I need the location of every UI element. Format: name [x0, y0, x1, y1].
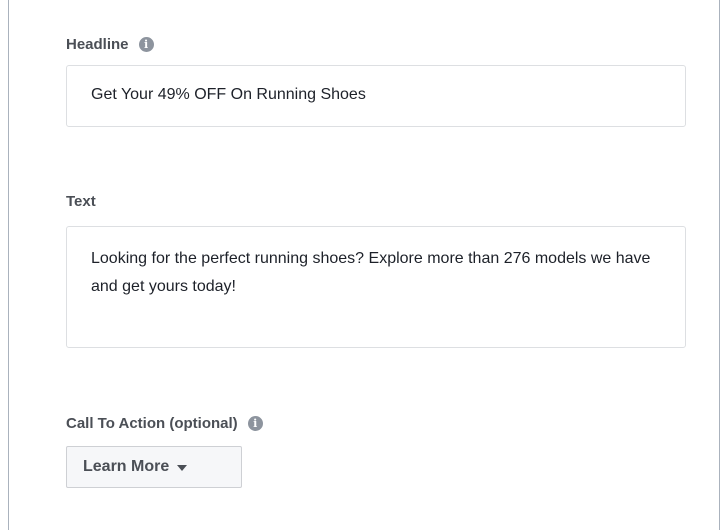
- headline-label: Headline: [66, 36, 129, 53]
- cta-label: Call To Action (optional): [66, 415, 238, 432]
- caret-down-icon: [177, 465, 188, 471]
- headline-input[interactable]: Get Your 49% OFF On Running Shoes: [66, 65, 686, 127]
- info-icon[interactable]: i: [138, 37, 154, 52]
- text-label-row: Text: [66, 193, 96, 210]
- text-textarea[interactable]: Looking for the perfect running shoes? E…: [66, 226, 686, 348]
- headline-label-row: Headline i: [66, 36, 154, 53]
- cta-selected-value: Learn More: [83, 458, 170, 475]
- cta-label-row: Call To Action (optional) i: [66, 415, 263, 432]
- ad-creative-panel: Headline i Get Your 49% OFF On Running S…: [8, 0, 720, 530]
- info-icon[interactable]: i: [247, 416, 263, 431]
- cta-dropdown-button[interactable]: Learn More: [66, 446, 242, 488]
- headline-value: Get Your 49% OFF On Running Shoes: [91, 86, 366, 103]
- text-value: Looking for the perfect running shoes? E…: [91, 250, 651, 295]
- text-label: Text: [66, 193, 96, 210]
